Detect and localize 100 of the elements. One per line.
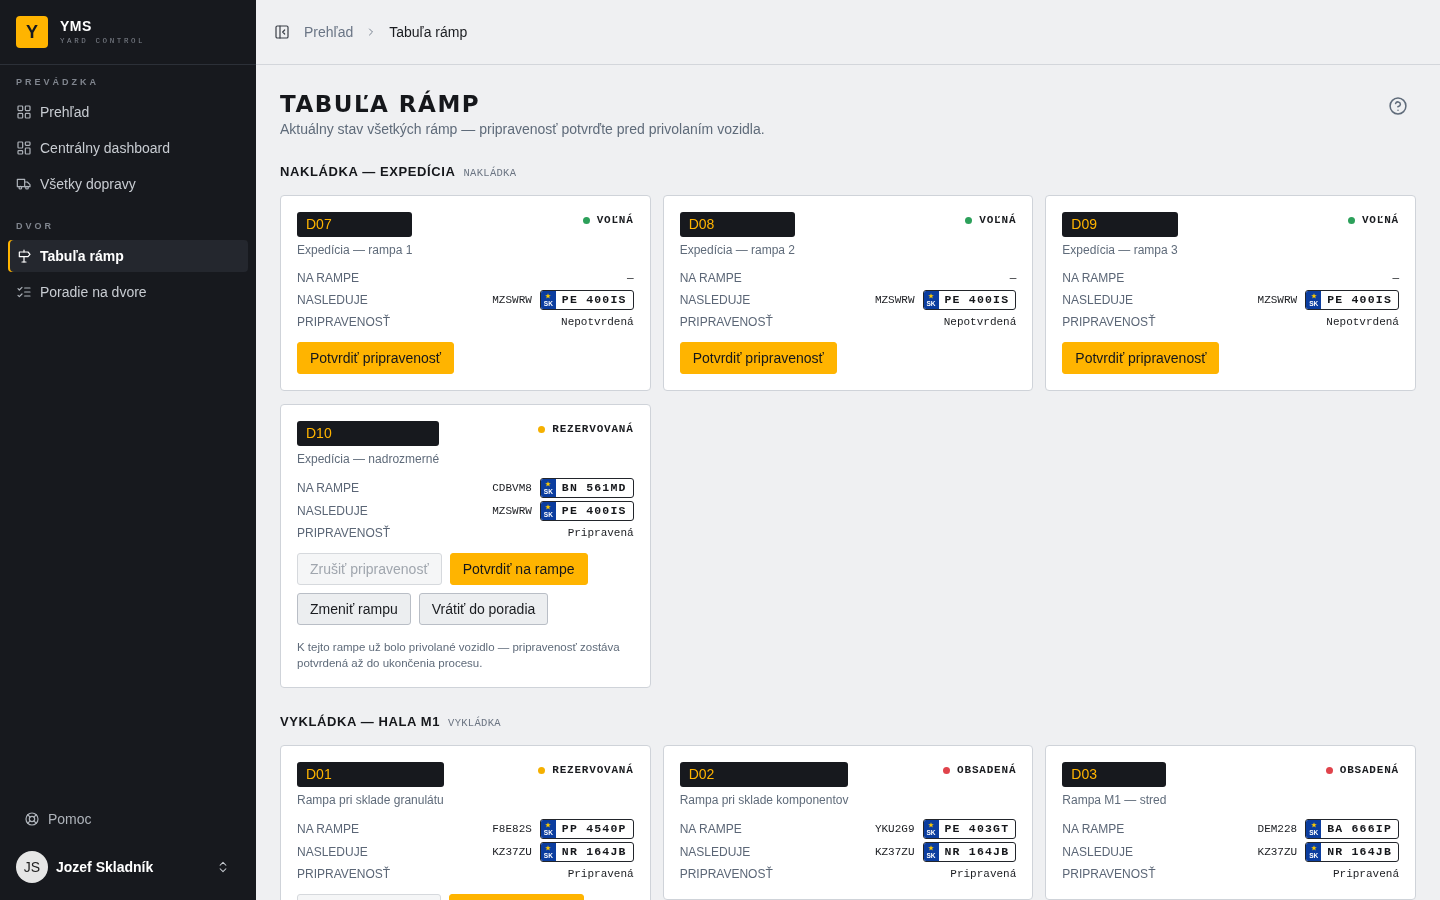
user-avatar: JS (16, 851, 48, 883)
vehicle-code: MZSWRW (492, 294, 532, 306)
star-icon (928, 822, 934, 828)
field-value: Nepotvrdená (1326, 316, 1399, 328)
field-value: Nepotvrdená (943, 316, 1017, 328)
nav-item[interactable]: Poradie na dvore (8, 276, 248, 308)
primary-button[interactable]: Potvrdiť pripravenosť (679, 342, 837, 374)
field-label: PRIPRAVENOSŤ (297, 526, 391, 540)
star-icon (1310, 293, 1317, 299)
vehicle-code: KZ37ZU (874, 846, 915, 858)
ramp-id-badge: D01 (297, 762, 444, 787)
plate-number: PE 400IS (943, 292, 1011, 308)
dashboard-icon (16, 140, 32, 156)
sidebar-toggle-icon[interactable] (274, 24, 290, 40)
status-label: REZERVOVANÁ (552, 423, 634, 435)
app-logo: Y (16, 16, 48, 48)
vehicle-code: YKU2G9 (874, 823, 915, 835)
ramp-id-badge: D08 (679, 212, 796, 237)
field-label: NASLEDUJE (297, 845, 368, 859)
star-icon (928, 293, 934, 299)
ramp-id-badge: D02 (679, 762, 849, 787)
star-icon (545, 822, 552, 828)
vehicle-code: MZSWRW (1257, 294, 1298, 306)
ramp-id-badge: D03 (1062, 762, 1167, 787)
field-value: — (1009, 272, 1017, 284)
plate-number: PE 400IS (560, 503, 628, 519)
ramp-name: Expedícia — nadrozmerné (297, 451, 440, 467)
field-value: Pripravená (567, 527, 634, 539)
field-label: NA RAMPE (679, 271, 742, 285)
star-icon (545, 293, 552, 299)
section-title: NAKLÁDKA — EXPEDÍCIA (280, 164, 456, 180)
breadcrumb-current: Tabuľa rámp (389, 24, 468, 40)
star-icon (1310, 845, 1317, 851)
field-value: Pripravená (950, 868, 1017, 880)
field-label: NASLEDUJE (1062, 845, 1133, 859)
field-label: PRIPRAVENOSŤ (679, 867, 773, 881)
section-tag: NAKLÁDKA (463, 167, 517, 179)
star-icon (545, 481, 552, 487)
primary-button[interactable]: Potvrdiť na rampe (449, 553, 588, 585)
field-label: PRIPRAVENOSŤ (297, 315, 391, 329)
field-value: Nepotvrdená (561, 316, 634, 328)
field-label: NA RAMPE (1062, 271, 1125, 285)
ramp-name: Expedícia — rampa 3 (1062, 242, 1178, 258)
field-value: — (627, 272, 634, 284)
help-icon[interactable] (1388, 96, 1408, 116)
nav-item[interactable]: Prehľad (8, 96, 248, 128)
primary-button[interactable]: Potvrdiť pripravenosť (1062, 342, 1220, 374)
ramp-id-badge: D10 (297, 421, 440, 446)
star-icon (545, 845, 552, 851)
field-label: PRIPRAVENOSŤ (297, 867, 391, 881)
field-value: Pripravená (1332, 868, 1399, 880)
status-label: OBSADENÁ (1339, 764, 1399, 776)
user-name: Jozef Skladník (56, 859, 155, 875)
ramp-note: K tejto rampe už bolo privolané vozidlo — pripravenosť zostáva potvrdená až do ukončenia procesu. (297, 640, 621, 671)
vehicle-code: MZSWRW (492, 505, 532, 517)
plate-number: PP 4540P (560, 821, 628, 837)
secondary-button[interactable]: Vrátiť do poradia (418, 593, 549, 625)
vehicle-code: F8E82S (492, 823, 532, 835)
ramp-name: Expedícia — rampa 1 (297, 242, 413, 258)
field-label: NASLEDUJE (297, 504, 368, 518)
plate-number: PE 400IS (1326, 292, 1393, 308)
nav-item[interactable]: Všetky dopravy (8, 168, 248, 200)
ramp-name: Expedícia — rampa 2 (679, 242, 796, 258)
field-label: NASLEDUJE (679, 293, 751, 307)
field-label: NA RAMPE (679, 822, 742, 836)
star-icon (1310, 822, 1317, 828)
nav-item[interactable]: Tabuľa rámp (8, 240, 248, 272)
ramp-name: Rampa pri sklade komponentov (679, 792, 849, 808)
breadcrumb-link[interactable]: Prehľad (304, 24, 354, 40)
ramp-id-badge: D07 (297, 212, 413, 237)
section-tag: VYKLÁDKA (448, 717, 501, 729)
page-title: TABUĽA RÁMP (280, 90, 482, 118)
field-label: NASLEDUJE (1062, 293, 1133, 307)
ramp-id-badge: D09 (1062, 212, 1178, 237)
signpost-icon (16, 248, 32, 264)
lifebuoy-icon (24, 811, 40, 827)
plate-number: PE 403GT (943, 821, 1011, 837)
star-icon (545, 504, 552, 510)
plate-number: NR 164JB (943, 844, 1011, 860)
nav-section-title: DVOR (15, 220, 55, 232)
section-title: VYKLÁDKA — HALA M1 (280, 714, 441, 730)
plate-number: BN 561MD (560, 480, 628, 496)
truck-icon (16, 176, 32, 192)
nav-section-title: PREVÁDZKA (15, 76, 100, 88)
secondary-button[interactable]: Zmeniť rampu (297, 593, 411, 625)
primary-button[interactable]: Potvrdiť pripravenosť (297, 342, 455, 374)
field-label: PRIPRAVENOSŤ (1062, 867, 1156, 881)
field-label: NA RAMPE (297, 822, 359, 836)
plate-number: PE 400IS (560, 292, 628, 308)
vehicle-code: CDBVM8 (492, 482, 532, 494)
field-value: Pripravená (567, 868, 634, 880)
help-link[interactable]: Pomoc (8, 803, 248, 835)
ramp-name: Rampa pri sklade granulátu (297, 792, 444, 808)
star-icon (928, 845, 934, 851)
plate-number: NR 164JB (560, 844, 628, 860)
field-value: — (1392, 272, 1399, 284)
checklist-icon (16, 284, 32, 300)
nav-item[interactable]: Centrálny dashboard (8, 132, 248, 164)
vehicle-code: DEM228 (1257, 823, 1298, 835)
app-name: YMS (60, 18, 93, 34)
